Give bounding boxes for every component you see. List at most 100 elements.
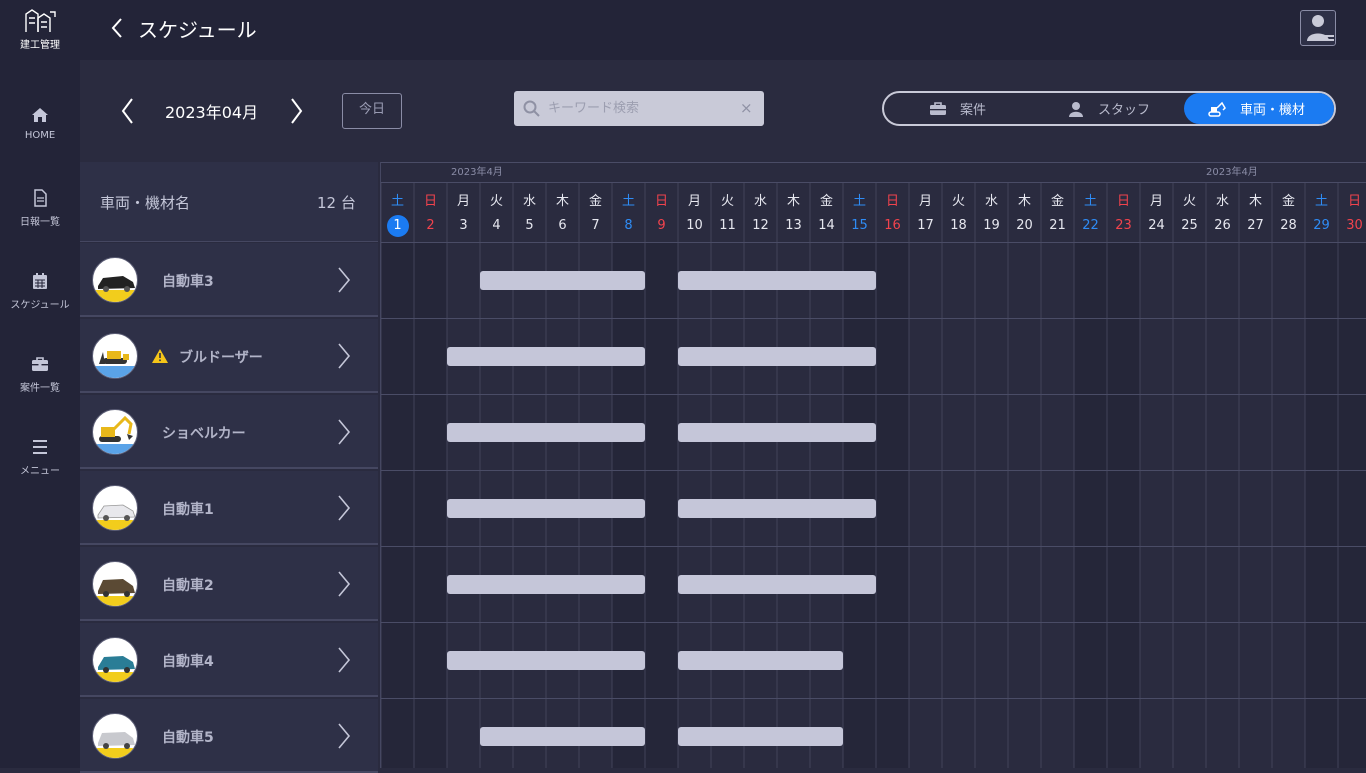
car-icon xyxy=(93,276,137,302)
date-number: 20 xyxy=(1016,218,1033,233)
today-button[interactable]: 今日 xyxy=(342,93,402,129)
sidebar-item-projects[interactable]: 案件一覧 xyxy=(0,355,80,425)
sidebar-item-label: スケジュール xyxy=(10,300,70,311)
day-header[interactable]: 日 16 xyxy=(876,182,909,242)
day-header[interactable]: 木 20 xyxy=(1008,182,1041,242)
day-header[interactable]: 水5 xyxy=(513,182,546,242)
day-header[interactable]: 火 11 xyxy=(711,182,744,242)
day-of-week: 土 xyxy=(621,194,635,209)
tab-label: スタッフ xyxy=(1098,103,1151,118)
vehicle-thumbnail xyxy=(92,713,138,759)
back-button[interactable] xyxy=(108,16,128,40)
day-header[interactable]: 日 23 xyxy=(1107,182,1140,242)
tab-label: 案件 xyxy=(960,103,987,118)
user-avatar[interactable] xyxy=(1300,10,1336,46)
date-number: 9 xyxy=(657,218,666,233)
vehicle-name: 自動車2 xyxy=(162,578,214,594)
booking-bar[interactable] xyxy=(678,499,876,518)
sidebar-item-daily-reports[interactable]: 日報一覧 xyxy=(0,189,80,259)
day-of-week: 水 xyxy=(1215,194,1229,209)
day-header[interactable]: 日9 xyxy=(645,182,678,242)
day-header[interactable]: 土 15 xyxy=(843,182,876,242)
day-header[interactable]: 月3 xyxy=(447,182,480,242)
day-header[interactable]: 日2 xyxy=(414,182,447,242)
app-logo[interactable]: 建工管理 xyxy=(14,8,66,54)
date-number: 16 xyxy=(884,218,901,233)
day-header[interactable]: 月 10 xyxy=(678,182,711,242)
sidebar-item-menu[interactable]: メニュー xyxy=(0,438,80,508)
bulldozer-icon xyxy=(93,351,137,378)
day-header[interactable]: 木6 xyxy=(546,182,579,242)
next-month-button[interactable] xyxy=(286,97,306,125)
date-number: 29 xyxy=(1313,218,1330,233)
booking-bar[interactable] xyxy=(678,575,876,594)
day-header[interactable]: 土1 xyxy=(381,182,414,242)
day-of-week: 日 xyxy=(423,194,437,209)
day-header[interactable]: 土 29 xyxy=(1305,182,1338,242)
home-icon xyxy=(32,108,48,122)
clear-search-button[interactable]: × xyxy=(740,99,753,117)
search-input[interactable] xyxy=(548,98,734,118)
vehicle-row[interactable]: ブルドーザー xyxy=(80,319,378,393)
day-of-week: 火 xyxy=(951,194,965,209)
today-date-number: 1 xyxy=(386,215,409,237)
vehicle-row[interactable]: 自動車3 xyxy=(80,243,378,317)
day-header[interactable]: 水 26 xyxy=(1206,182,1239,242)
day-header[interactable]: 木 27 xyxy=(1239,182,1272,242)
day-header[interactable]: 金7 xyxy=(579,182,612,242)
booking-bar[interactable] xyxy=(480,727,645,746)
booking-bar[interactable] xyxy=(447,347,645,366)
day-of-week: 木 xyxy=(786,194,800,209)
date-number: 27 xyxy=(1247,218,1264,233)
day-header[interactable]: 火 18 xyxy=(942,182,975,242)
date-number: 8 xyxy=(624,218,633,233)
sidebar-item-schedule[interactable]: スケジュール xyxy=(0,272,80,342)
booking-bar[interactable] xyxy=(678,423,876,442)
day-header[interactable]: 月 17 xyxy=(909,182,942,242)
vehicle-row[interactable]: 自動車4 xyxy=(80,623,378,697)
day-header[interactable]: 金 21 xyxy=(1041,182,1074,242)
tab-vehicles-equipment[interactable]: 車両・機材 xyxy=(1184,93,1334,124)
tab-staff[interactable]: スタッフ xyxy=(1068,93,1198,124)
booking-bar[interactable] xyxy=(447,575,645,594)
date-number: 21 xyxy=(1049,218,1066,233)
schedule-grid: 2023年4月 2023年4月 土 1 日 2 月 3 火 4 水 5 木 6 金 7 土 8 日 9 月 10 火 11… xyxy=(380,162,1366,768)
day-header[interactable]: 土 22 xyxy=(1074,182,1107,242)
booking-bar[interactable] xyxy=(678,347,876,366)
calendar-icon xyxy=(33,273,47,289)
day-header[interactable]: 金 28 xyxy=(1272,182,1305,242)
day-header[interactable]: 水 12 xyxy=(744,182,777,242)
chevron-right-icon xyxy=(291,98,303,124)
day-header[interactable]: 月 24 xyxy=(1140,182,1173,242)
booking-bar[interactable] xyxy=(678,727,843,746)
vehicle-name: 自動車1 xyxy=(162,502,214,518)
weekend-column xyxy=(1074,242,1107,768)
vehicle-row[interactable]: 自動車5 xyxy=(80,699,378,773)
day-header[interactable]: 木 13 xyxy=(777,182,810,242)
booking-bar[interactable] xyxy=(480,271,645,290)
booking-bar[interactable] xyxy=(447,423,645,442)
day-of-week: 月 xyxy=(687,194,701,209)
tab-projects[interactable]: 案件 xyxy=(930,93,1070,124)
vehicle-row[interactable]: 自動車1 xyxy=(80,471,378,545)
day-of-week: 月 xyxy=(1149,194,1163,209)
vehicle-row[interactable]: 自動車2 xyxy=(80,547,378,621)
booking-bar[interactable] xyxy=(447,651,645,670)
booking-bar[interactable] xyxy=(678,271,876,290)
date-number: 11 xyxy=(719,218,736,233)
day-header[interactable]: 火4 xyxy=(480,182,513,242)
day-header[interactable]: 日 30 xyxy=(1338,182,1366,242)
day-header[interactable]: 土8 xyxy=(612,182,645,242)
booking-bar[interactable] xyxy=(678,651,843,670)
sidebar-item-home[interactable]: HOME xyxy=(0,106,80,176)
sidebar-item-label: 日報一覧 xyxy=(20,217,60,228)
vehicle-row[interactable]: ショベルカー xyxy=(80,395,378,469)
booking-bar[interactable] xyxy=(447,499,645,518)
vehicle-name: 自動車3 xyxy=(162,274,214,290)
day-header[interactable]: 水 19 xyxy=(975,182,1008,242)
weekend-column xyxy=(1338,242,1366,768)
previous-month-button[interactable] xyxy=(118,97,138,125)
day-header[interactable]: 金 14 xyxy=(810,182,843,242)
day-header[interactable]: 火 25 xyxy=(1173,182,1206,242)
chevron-right-icon xyxy=(338,343,351,369)
